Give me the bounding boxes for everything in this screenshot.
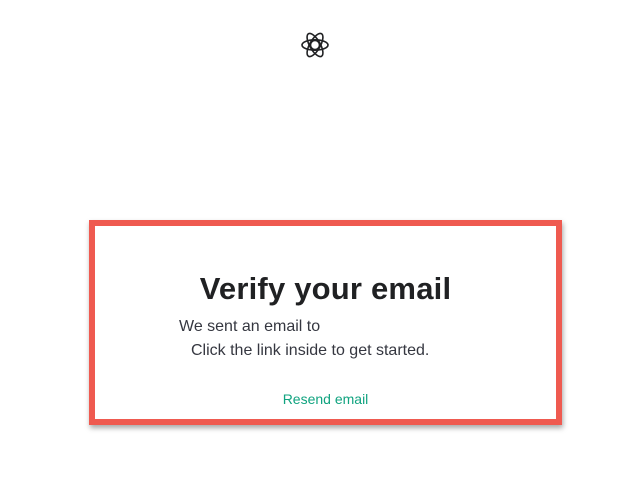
openai-logo-icon bbox=[297, 27, 333, 63]
verify-email-page: Verify your email We sent an email to Cl… bbox=[0, 0, 640, 480]
resend-email-link[interactable]: Resend email bbox=[95, 391, 556, 407]
verify-email-card: Verify your email We sent an email to Cl… bbox=[89, 220, 562, 425]
instructions-text: Click the link inside to get started. bbox=[191, 342, 430, 359]
page-title: Verify your email bbox=[199, 271, 452, 306]
email-sent-text: We sent an email to bbox=[179, 318, 321, 335]
